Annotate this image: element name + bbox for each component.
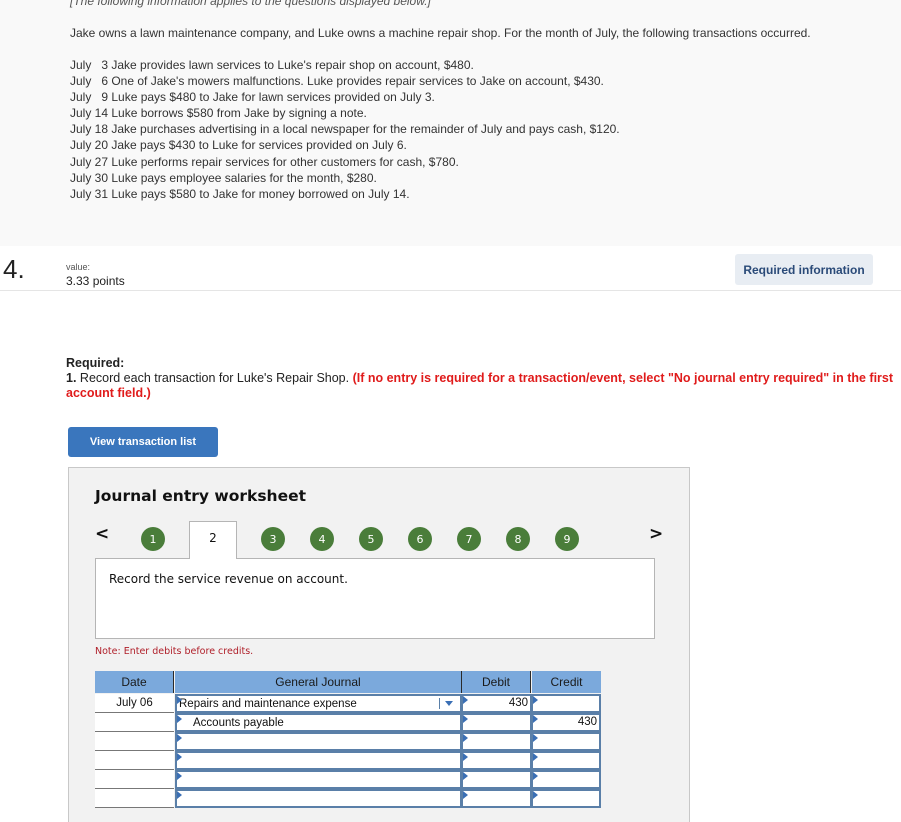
debit-input[interactable] [461, 789, 532, 808]
required-instructions: Required: 1. Record each transaction for… [66, 356, 896, 401]
step-3-button[interactable]: 3 [261, 527, 285, 551]
info-lead: Jake owns a lawn maintenance company, an… [70, 26, 811, 40]
cell-flag-icon [463, 734, 468, 742]
step-1-button[interactable]: 1 [141, 527, 165, 551]
debit-input[interactable]: 430 [461, 694, 532, 713]
step-7-button[interactable]: 7 [457, 527, 481, 551]
transaction-item: July 3 Jake provides lawn services to Lu… [70, 58, 474, 72]
cell-flag-icon [177, 734, 182, 742]
journal-entry-worksheet: Journal entry worksheet < 1 2 3 4 5 6 7 … [68, 467, 690, 822]
transaction-item: July 27 Luke performs repair services fo… [70, 154, 459, 169]
step-9-button[interactable]: 9 [555, 527, 579, 551]
step-5-button[interactable]: 5 [359, 527, 383, 551]
cell-flag-icon [533, 772, 538, 780]
transaction-item: July 18 Jake purchases advertising in a … [70, 122, 620, 137]
date-cell [95, 751, 174, 770]
account-select[interactable] [175, 732, 462, 751]
date-cell [95, 770, 174, 789]
debit-input[interactable] [461, 770, 532, 789]
journal-row: July 06 Repairs and maintenance expense … [95, 694, 601, 713]
dropdown-arrow-icon[interactable] [439, 698, 457, 709]
transaction-description: Record the service revenue on account. [109, 572, 348, 586]
required-item-text: Record each transaction for Luke's Repai… [76, 371, 353, 385]
transaction-item: July 31 Luke pays $580 to Jake for money… [70, 186, 410, 201]
cell-flag-icon [177, 753, 182, 761]
required-information-button[interactable]: Required information [735, 254, 873, 285]
date-cell [95, 789, 174, 808]
journal-row [95, 789, 601, 808]
journal-row: Accounts payable 430 [95, 713, 601, 732]
cell-flag-icon [463, 791, 468, 799]
question-divider [0, 290, 901, 291]
cell-flag-icon [533, 715, 538, 723]
cell-flag-icon [463, 696, 468, 704]
required-item-number: 1. [66, 371, 77, 385]
question-number: 4. [3, 254, 25, 284]
debit-value: 430 [508, 697, 528, 709]
transaction-item: July 20 Jake pays $430 to Luke for servi… [70, 138, 407, 153]
step-2-tab-active[interactable]: 2 [189, 521, 237, 559]
transaction-item: July 14 Luke borrows $580 from Jake by s… [70, 106, 367, 121]
cell-flag-icon [177, 715, 182, 723]
step-6-button[interactable]: 6 [408, 527, 432, 551]
date-cell [95, 713, 174, 732]
date-cell: July 06 [95, 694, 174, 713]
date-cell [95, 732, 174, 751]
step-8-button[interactable]: 8 [506, 527, 530, 551]
shared-information-block: [The following information applies to th… [0, 0, 901, 246]
debit-input[interactable] [461, 751, 532, 770]
question-value-label: value: [66, 262, 91, 272]
column-header-credit: Credit [532, 671, 601, 693]
transaction-list: July 3 Jake provides lawn services to Lu… [70, 57, 620, 202]
account-value: Accounts payable [193, 716, 284, 729]
account-value: Repairs and maintenance expense [179, 697, 357, 710]
cell-flag-icon [533, 791, 538, 799]
journal-row [95, 732, 601, 751]
credit-input[interactable] [531, 732, 601, 751]
transaction-description-box: Record the service revenue on account. [95, 558, 655, 639]
debit-input[interactable] [461, 732, 532, 751]
account-select[interactable] [175, 751, 462, 770]
column-header-general-journal: General Journal [175, 671, 461, 693]
worksheet-title: Journal entry worksheet [95, 487, 307, 505]
credit-input[interactable] [531, 770, 601, 789]
journal-row [95, 751, 601, 770]
previous-step-chevron-icon[interactable]: < [95, 524, 109, 544]
cell-flag-icon [533, 753, 538, 761]
column-header-debit: Debit [461, 671, 531, 693]
cell-flag-icon [533, 734, 538, 742]
credit-input[interactable] [531, 751, 601, 770]
transaction-item: July 6 One of Jake's mowers malfunctions… [70, 74, 604, 89]
credit-input[interactable] [531, 789, 601, 808]
cell-flag-icon [177, 772, 182, 780]
credit-input[interactable] [531, 694, 601, 713]
cell-flag-icon [463, 772, 468, 780]
column-header-date: Date [95, 671, 174, 693]
credit-value: 430 [577, 716, 597, 728]
next-step-chevron-icon[interactable]: > [649, 524, 663, 544]
account-select[interactable] [175, 789, 462, 808]
transaction-item: July 9 Luke pays $480 to Jake for lawn s… [70, 90, 435, 105]
debit-input[interactable] [461, 713, 532, 732]
cell-flag-icon [463, 753, 468, 761]
view-transaction-list-button[interactable]: View transaction list [68, 427, 218, 457]
cell-flag-icon [463, 715, 468, 723]
account-select[interactable]: Repairs and maintenance expense [175, 694, 462, 713]
journal-row [95, 770, 601, 789]
account-select[interactable] [175, 770, 462, 789]
step-4-button[interactable]: 4 [310, 527, 334, 551]
info-intro: [The following information applies to th… [70, 0, 431, 8]
cell-flag-icon [533, 696, 538, 704]
question-points: 3.33 points [66, 274, 125, 288]
cell-flag-icon [177, 791, 182, 799]
credit-input[interactable]: 430 [531, 713, 601, 732]
account-select[interactable]: Accounts payable [175, 713, 462, 732]
debits-before-credits-note: Note: Enter debits before credits. [95, 646, 254, 657]
transaction-item: July 30 Luke pays employee salaries for … [70, 170, 377, 185]
cell-flag-icon [177, 696, 182, 704]
required-title: Required: [66, 356, 125, 370]
